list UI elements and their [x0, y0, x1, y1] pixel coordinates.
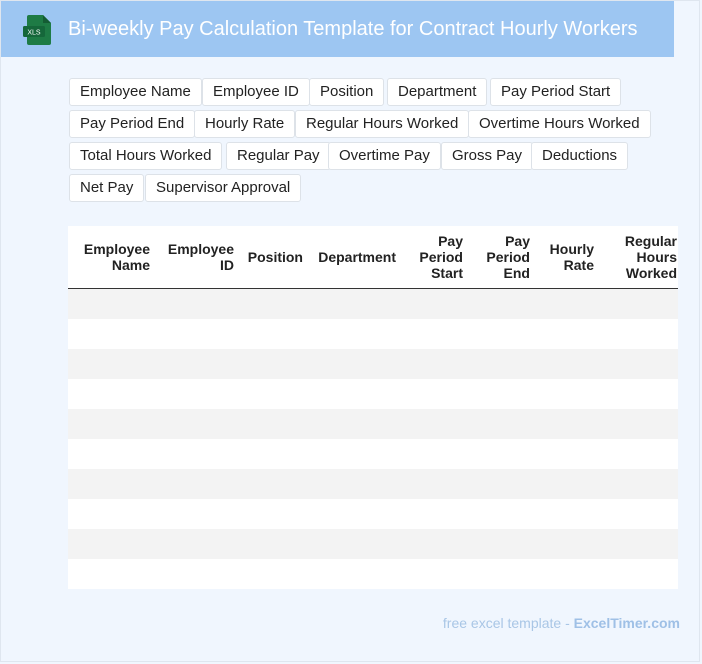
- column-header: Position: [247, 249, 303, 265]
- field-tag[interactable]: Regular Hours Worked: [295, 110, 470, 138]
- column-header: Hourly Rate: [549, 241, 594, 273]
- column-header: Department: [318, 249, 396, 265]
- field-tag[interactable]: Overtime Hours Worked: [468, 110, 651, 138]
- table-row: [68, 559, 678, 589]
- field-tag[interactable]: Deductions: [531, 142, 629, 170]
- table-row: [68, 499, 678, 529]
- field-tag[interactable]: Overtime Pay: [328, 142, 441, 170]
- column-header: Pay Period End: [486, 233, 530, 281]
- excel-file-icon: XLS: [23, 15, 51, 45]
- field-tag[interactable]: Total Hours Worked: [69, 142, 223, 170]
- table-row: [68, 349, 678, 379]
- field-tag[interactable]: Hourly Rate: [194, 110, 296, 138]
- field-tag[interactable]: Employee ID: [202, 78, 310, 106]
- table-row: [68, 289, 678, 319]
- table-row: [68, 319, 678, 349]
- field-tag[interactable]: Regular Pay: [226, 142, 331, 170]
- pay-table: Employee Name Employee ID Position Departm…: [68, 226, 678, 589]
- field-tag[interactable]: Employee Name: [69, 78, 202, 106]
- field-tag[interactable]: Supervisor Approval: [145, 174, 302, 202]
- column-header: Pay Period Start: [419, 233, 463, 281]
- footer-prefix: free excel template -: [442, 615, 574, 631]
- footer-credit: free excel template - ExcelTimer.com: [443, 615, 680, 631]
- column-header: Employee ID: [167, 241, 234, 273]
- page-title: Bi-weekly Pay Calculation Template for C…: [68, 18, 638, 40]
- field-tag[interactable]: Pay Period End: [69, 110, 196, 138]
- column-header: Regular Hours Worked: [624, 233, 677, 281]
- table-row: [68, 379, 678, 409]
- field-tag[interactable]: Pay Period Start: [490, 78, 622, 106]
- table-row: [68, 529, 678, 559]
- field-tag[interactable]: Gross Pay: [441, 142, 534, 170]
- table-header: Employee Name Employee ID Position Departm…: [68, 226, 678, 289]
- table-row: [68, 439, 678, 469]
- title-bar: XLS Bi-weekly Pay Calculation Template f…: [1, 1, 674, 57]
- table-row: [68, 409, 678, 439]
- field-tag[interactable]: Department: [387, 78, 488, 106]
- table-row: [68, 469, 678, 499]
- footer-brand-link[interactable]: ExcelTimer.com: [574, 615, 680, 631]
- icon-label: XLS: [27, 30, 41, 37]
- column-header: Employee Name: [83, 241, 150, 273]
- field-tag[interactable]: Net Pay: [69, 174, 145, 202]
- field-tag[interactable]: Position: [309, 78, 385, 106]
